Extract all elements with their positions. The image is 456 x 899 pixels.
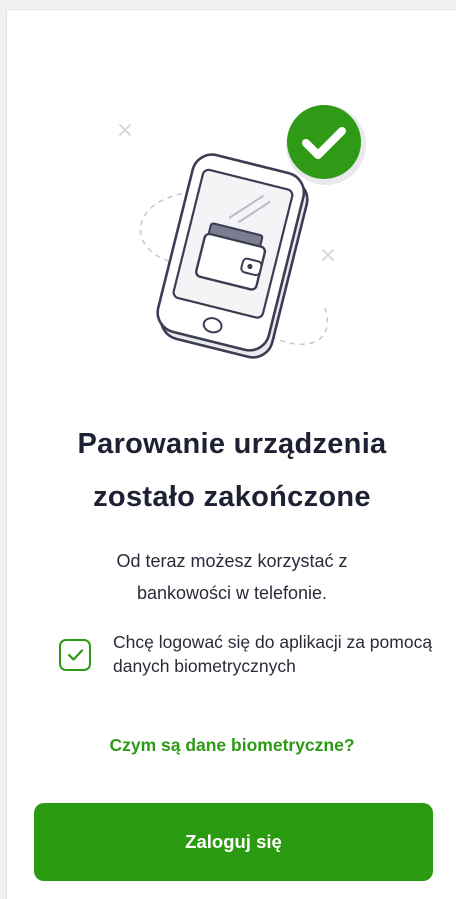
biometric-consent-label: Chcę logować się do aplikacji za pomocą … xyxy=(113,632,433,676)
checkmark-icon xyxy=(67,649,84,661)
subtitle-line-2: bankowości w telefonie. xyxy=(136,583,328,603)
pairing-success-screen: Parowanie urządzenia zostało zakończone … xyxy=(6,9,456,899)
title-line-2: zostało zakończone xyxy=(93,481,371,513)
biometric-checkbox[interactable] xyxy=(59,639,91,671)
page-title: Parowanie urządzenia zostało zakończone xyxy=(7,418,456,524)
phone-pairing-illustration xyxy=(119,105,366,359)
check-badge-icon xyxy=(286,105,366,185)
subtitle-line-1: Od teraz możesz korzystać z xyxy=(116,551,348,571)
success-message: Od teraz możesz korzystać z bankowości w… xyxy=(7,545,456,609)
phone-icon xyxy=(156,153,309,359)
title-line-1: Parowanie urządzenia xyxy=(77,428,387,460)
biometrics-info-link[interactable]: Czym są dane biometryczne? xyxy=(7,735,456,756)
login-button[interactable]: Zaloguj się xyxy=(34,803,433,881)
biometric-consent-row[interactable]: Chcę logować się do aplikacji za pomocą … xyxy=(59,630,432,680)
